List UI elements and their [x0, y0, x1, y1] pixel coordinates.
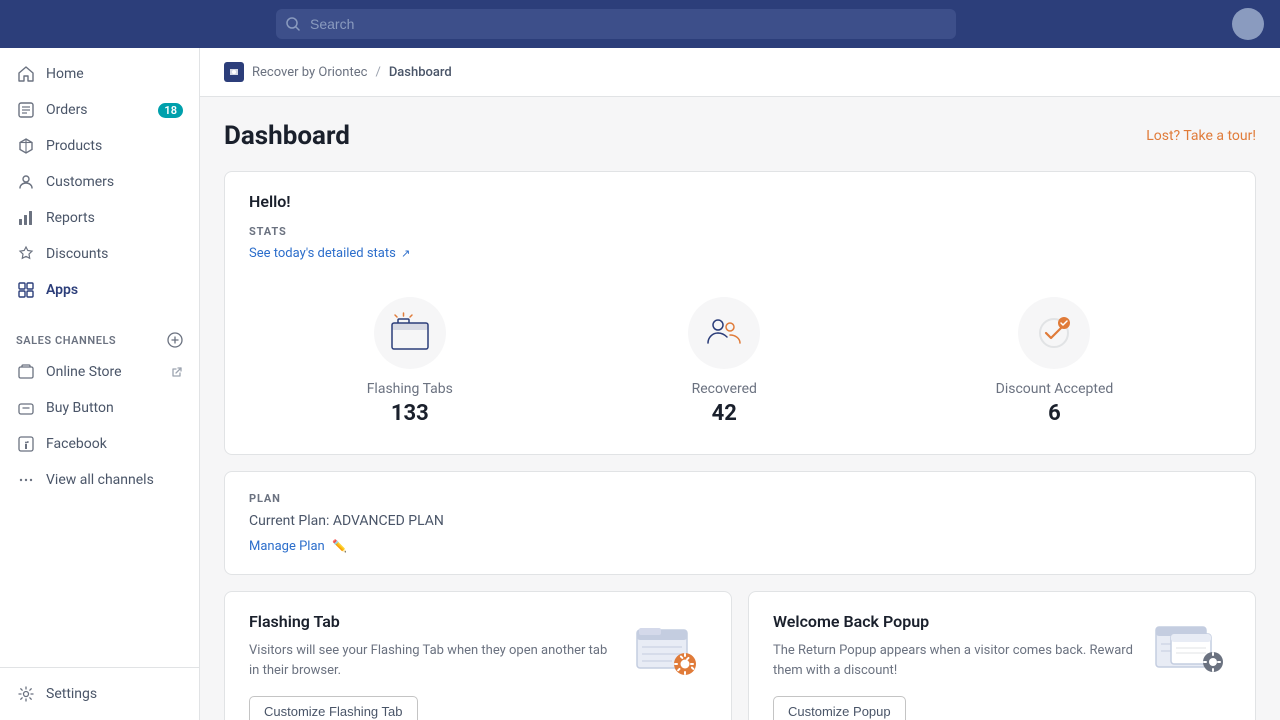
- flashing-tab-card: Flashing Tab Visitors will see your Flas…: [224, 591, 732, 720]
- sidebar-item-customers[interactable]: Customers: [0, 164, 199, 200]
- sidebar-item-label: Reports: [46, 210, 95, 226]
- customers-icon: [16, 172, 36, 192]
- sidebar-item-facebook[interactable]: Facebook: [0, 426, 199, 462]
- avatar: [1232, 8, 1264, 40]
- stats-card: Hello! STATS See today's detailed stats …: [224, 171, 1256, 455]
- settings-icon: [16, 684, 36, 704]
- plan-section-title: PLAN: [249, 492, 1231, 505]
- search-input[interactable]: [276, 9, 956, 39]
- sidebar-item-label: Customers: [46, 174, 114, 190]
- feature-card-inner: Welcome Back Popup The Return Popup appe…: [773, 612, 1231, 720]
- stat-label: Recovered: [692, 381, 757, 397]
- sales-channels-title: SALES CHANNELS: [16, 334, 116, 347]
- feature-card-text: Flashing Tab Visitors will see your Flas…: [249, 612, 627, 720]
- welcome-popup-desc: The Return Popup appears when a visitor …: [773, 641, 1135, 680]
- online-store-icon: [16, 362, 36, 382]
- welcome-popup-title: Welcome Back Popup: [773, 612, 1135, 631]
- sidebar-item-label: Apps: [46, 282, 78, 298]
- sidebar-item-label: Orders: [46, 102, 88, 118]
- buy-button-icon: [16, 398, 36, 418]
- breadcrumb: Recover by Oriontec / Dashboard: [200, 48, 1280, 97]
- flashing-tab-title: Flashing Tab: [249, 612, 611, 631]
- sidebar-item-label: Home: [46, 66, 84, 82]
- dashboard-header: Dashboard Lost? Take a tour!: [224, 121, 1256, 151]
- orders-icon: [16, 100, 36, 120]
- stats-grid: Flashing Tabs 133: [249, 281, 1231, 434]
- sidebar-bottom: Settings: [0, 667, 199, 720]
- stat-label: Flashing Tabs: [367, 381, 453, 397]
- sidebar-item-apps[interactable]: Apps: [0, 272, 199, 308]
- products-icon: [16, 136, 36, 156]
- reports-icon: [16, 208, 36, 228]
- stat-recovered: Recovered 42: [688, 297, 760, 426]
- sidebar: Home Orders 18: [0, 48, 200, 720]
- stat-value: 133: [391, 401, 429, 426]
- sidebar-item-buy-button[interactable]: Buy Button: [0, 390, 199, 426]
- channel-label: Facebook: [46, 436, 107, 452]
- sidebar-item-online-store[interactable]: Online Store: [0, 354, 199, 390]
- topbar: [0, 0, 1280, 48]
- sidebar-item-settings[interactable]: Settings: [0, 676, 199, 712]
- page-title: Dashboard: [224, 121, 350, 151]
- stat-flashing-tabs: Flashing Tabs 133: [367, 297, 453, 426]
- discount-accepted-icon-wrap: [1018, 297, 1090, 369]
- flashing-tab-image: [627, 612, 707, 682]
- tour-link[interactable]: Lost? Take a tour!: [1146, 128, 1256, 144]
- breadcrumb-current: Dashboard: [389, 65, 452, 80]
- plan-text: Current Plan: ADVANCED PLAN: [249, 513, 1231, 529]
- stat-discount-accepted: Discount Accepted 6: [996, 297, 1114, 426]
- facebook-icon: [16, 434, 36, 454]
- external-link-icon: [171, 366, 183, 378]
- home-icon: [16, 64, 36, 84]
- breadcrumb-separator: /: [375, 65, 380, 80]
- channel-label: Buy Button: [46, 400, 114, 416]
- stats-section-title: STATS: [249, 225, 1231, 238]
- welcome-popup-image: [1151, 612, 1231, 682]
- search-wrap: [276, 9, 956, 39]
- channel-label: Online Store: [46, 364, 122, 380]
- main-content: Recover by Oriontec / Dashboard Dashboar…: [200, 48, 1280, 720]
- sidebar-item-products[interactable]: Products: [0, 128, 199, 164]
- plan-card: PLAN Current Plan: ADVANCED PLAN Manage …: [224, 471, 1256, 575]
- customize-popup-button[interactable]: Customize Popup: [773, 696, 906, 720]
- orders-badge: 18: [158, 103, 183, 118]
- add-channel-icon[interactable]: [167, 332, 183, 348]
- sidebar-item-label: Products: [46, 138, 102, 154]
- sidebar-item-discounts[interactable]: Discounts: [0, 236, 199, 272]
- brand-icon: [224, 62, 244, 82]
- apps-icon: [16, 280, 36, 300]
- sidebar-nav: Home Orders 18: [0, 48, 199, 316]
- dashboard-content: Dashboard Lost? Take a tour! Hello! STAT…: [200, 97, 1280, 720]
- view-all-channels[interactable]: View all channels: [0, 462, 199, 498]
- feature-cards: Flashing Tab Visitors will see your Flas…: [224, 591, 1256, 720]
- breadcrumb-brand: Recover by Oriontec: [252, 65, 367, 80]
- flashing-tab-desc: Visitors will see your Flashing Tab when…: [249, 641, 611, 680]
- search-icon: [286, 17, 300, 31]
- hello-text: Hello!: [249, 192, 1231, 211]
- more-icon: [16, 470, 36, 490]
- sidebar-item-label: Settings: [46, 686, 97, 702]
- feature-card-inner: Flashing Tab Visitors will see your Flas…: [249, 612, 707, 720]
- welcome-popup-card: Welcome Back Popup The Return Popup appe…: [748, 591, 1256, 720]
- manage-plan-link[interactable]: Manage Plan ✏️: [249, 539, 347, 554]
- customize-flashing-tab-button[interactable]: Customize Flashing Tab: [249, 696, 418, 720]
- recovered-icon-wrap: [688, 297, 760, 369]
- sales-channels-section: SALES CHANNELS: [0, 316, 199, 354]
- flashing-tabs-icon-wrap: [374, 297, 446, 369]
- sidebar-item-label: Discounts: [46, 246, 108, 262]
- sidebar-item-orders[interactable]: Orders 18: [0, 92, 199, 128]
- stat-value: 6: [1048, 401, 1061, 426]
- stat-label: Discount Accepted: [996, 381, 1114, 397]
- sidebar-item-home[interactable]: Home: [0, 56, 199, 92]
- feature-card-text: Welcome Back Popup The Return Popup appe…: [773, 612, 1151, 720]
- stat-value: 42: [712, 401, 737, 426]
- discounts-icon: [16, 244, 36, 264]
- sidebar-item-reports[interactable]: Reports: [0, 200, 199, 236]
- view-all-channels-label: View all channels: [46, 472, 154, 488]
- stats-link[interactable]: See today's detailed stats ↗: [249, 246, 410, 261]
